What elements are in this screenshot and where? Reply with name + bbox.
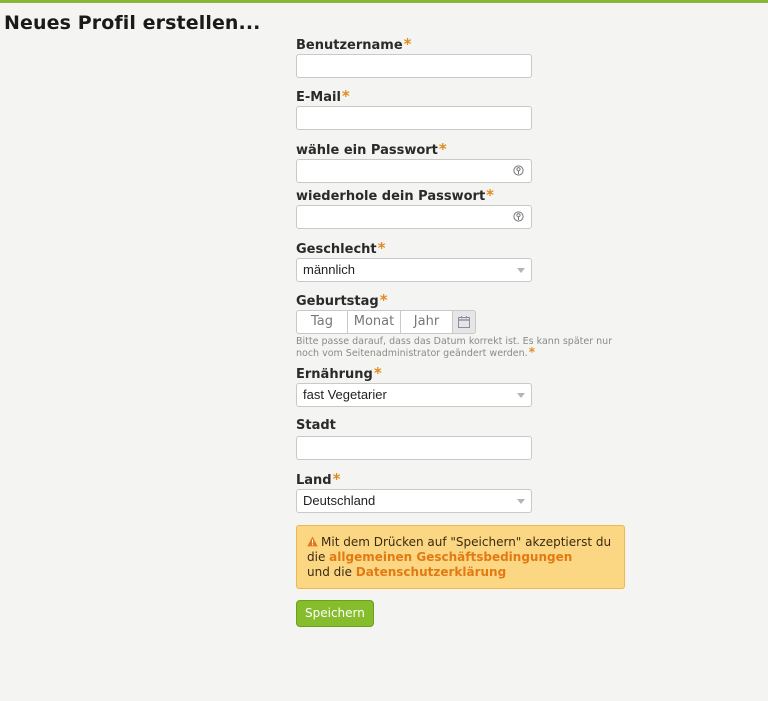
required-marker: * [379,291,388,309]
calendar-icon [458,316,470,328]
email-input[interactable] [296,106,532,130]
page-title: Neues Profil erstellen... [4,12,261,34]
username-input[interactable] [296,54,532,78]
diet-select[interactable]: fast Vegetarier [296,383,532,407]
field-password: wähle ein Passwort* [296,141,626,183]
password-repeat-input[interactable] [296,205,532,229]
birthday-hint: Bitte passe darauf, dass das Datum korre… [296,336,613,359]
field-email: E-Mail* [296,88,626,130]
top-accent-line [0,0,768,3]
field-gender: Geschlecht* männlich [296,240,626,282]
save-button[interactable]: Speichern [296,600,374,627]
chevron-down-icon [517,268,525,273]
required-marker: * [341,87,350,105]
password-repeat-label: wiederhole dein Passwort* [296,186,495,204]
birthday-label: Geburtstag* [296,291,388,309]
notice-text-middle: und die [307,565,356,579]
gender-selected-value: männlich [303,262,356,277]
birthday-day-input[interactable]: Tag [296,310,348,334]
chevron-down-icon [517,499,525,504]
field-city: Stadt [296,418,626,460]
email-label: E-Mail* [296,87,350,105]
calendar-button[interactable] [453,310,476,334]
required-marker: * [373,364,382,382]
username-label: Benutzername* [296,35,412,53]
country-label: Land* [296,470,341,488]
key-icon[interactable] [513,211,524,222]
diet-label: Ernährung* [296,364,382,382]
birthday-year-input[interactable]: Jahr [401,310,453,334]
profile-form: Benutzername* E-Mail* wähle ein Passwort… [296,36,626,627]
privacy-link[interactable]: Datenschutzerklärung [356,565,506,579]
required-marker: * [438,140,447,158]
field-password-repeat: wiederhole dein Passwort* [296,187,626,229]
terms-notice: Mit dem Drücken auf "Speichern" akzeptie… [296,525,625,589]
country-select[interactable]: Deutschland [296,489,532,513]
field-diet: Ernährung* fast Vegetarier [296,365,626,407]
city-label: Stadt [296,418,336,433]
city-input[interactable] [296,436,532,460]
required-marker: * [403,35,412,53]
field-birthday: Geburtstag* Tag Monat Jahr Bitte passe d… [296,292,626,359]
field-username: Benutzername* [296,36,626,78]
password-label: wähle ein Passwort* [296,140,447,158]
terms-link[interactable]: allgemeinen Geschäftsbedingungen [329,550,572,564]
required-marker: * [377,239,386,257]
gender-label: Geschlecht* [296,239,386,257]
gender-select[interactable]: männlich [296,258,532,282]
chevron-down-icon [517,393,525,398]
key-icon[interactable] [513,165,524,176]
password-input[interactable] [296,159,532,183]
warning-icon [307,536,318,547]
required-marker: * [528,345,535,359]
country-selected-value: Deutschland [303,493,376,508]
required-marker: * [332,470,341,488]
field-country: Land* Deutschland [296,471,626,513]
diet-selected-value: fast Vegetarier [303,387,387,402]
required-marker: * [486,186,495,204]
birthday-month-input[interactable]: Monat [348,310,401,334]
